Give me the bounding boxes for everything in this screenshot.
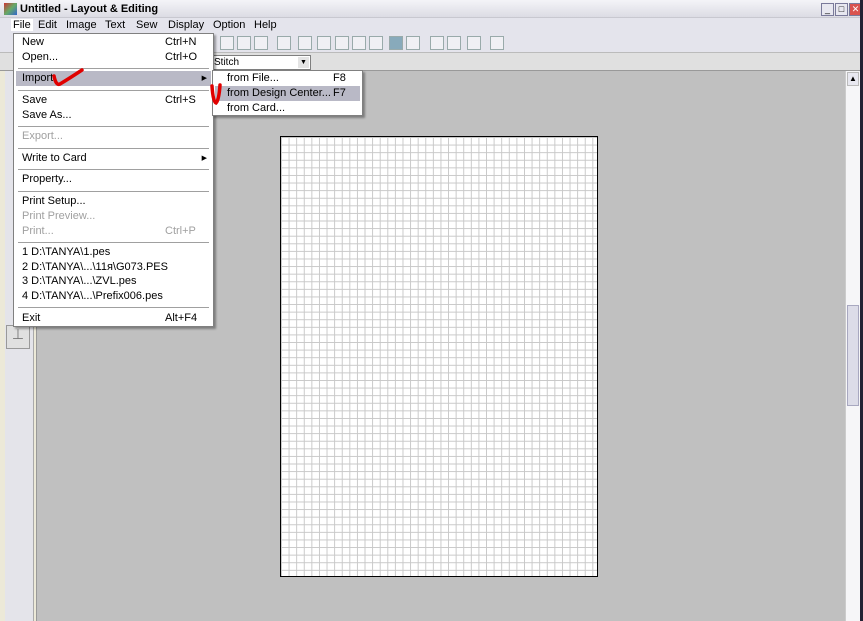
menu-display[interactable]: Display — [168, 19, 204, 31]
menu-image[interactable]: Image — [66, 19, 97, 31]
app-icon — [4, 3, 17, 15]
menu-item-import[interactable]: Import ▶ — [16, 71, 211, 86]
label: Import — [22, 72, 54, 84]
vertical-scrollbar[interactable]: ▲ — [845, 71, 860, 621]
toolbar-icon[interactable] — [335, 36, 349, 50]
menu-sew[interactable]: Sew — [136, 19, 157, 31]
toolbar-icon[interactable] — [317, 36, 331, 50]
toolbar-icon[interactable] — [389, 36, 403, 50]
toolbar-icon[interactable] — [352, 36, 366, 50]
submenu-arrow-icon: ▶ — [201, 75, 207, 82]
label: Save As... — [22, 109, 72, 121]
menu-file[interactable]: File — [11, 19, 33, 31]
separator — [18, 68, 209, 69]
separator — [18, 126, 209, 127]
separator — [18, 191, 209, 192]
recent-file-2[interactable]: 2 D:\TANYA\...\11я\G073.PES — [16, 260, 211, 275]
menu-item-property[interactable]: Property... — [16, 172, 211, 187]
sew-type-select[interactable]: Stitch ▼ — [211, 55, 311, 70]
label: Open... — [22, 51, 59, 63]
label: Property... — [22, 173, 72, 185]
window-title: Untitled - Layout & Editing — [20, 3, 159, 15]
label: Print Setup... — [22, 195, 86, 207]
rec-icon[interactable] — [298, 36, 312, 50]
maximize-button[interactable]: □ — [835, 3, 848, 16]
label: from Card... — [227, 102, 286, 114]
label: Write to Card — [22, 152, 87, 164]
menu-item-from-design-center[interactable]: from Design Center... F7 — [215, 86, 360, 101]
menu-item-save-as[interactable]: Save As... — [16, 108, 211, 123]
menu-item-open[interactable]: Open... Ctrl+O — [16, 50, 211, 65]
scroll-up-icon[interactable]: ▲ — [847, 72, 859, 86]
toolbar-icon[interactable] — [237, 36, 251, 50]
menu-item-print[interactable]: Print... Ctrl+P — [16, 224, 211, 239]
label: from File... — [227, 72, 279, 84]
menu-item-from-card[interactable]: from Card... — [215, 101, 360, 116]
label: 2 D:\TANYA\...\11я\G073.PES — [22, 261, 168, 273]
menu-item-from-file[interactable]: from File... F8 — [215, 71, 360, 86]
toolbar-icon[interactable] — [277, 36, 291, 50]
separator — [18, 148, 209, 149]
recent-file-3[interactable]: 3 D:\TANYA\...\ZVL.pes — [16, 274, 211, 289]
shortcut: Alt+F4 — [165, 312, 198, 324]
menu-item-save[interactable]: Save Ctrl+S — [16, 93, 211, 108]
toolbar-icon[interactable] — [369, 36, 383, 50]
stamp-tool-icon[interactable]: ⊥ — [6, 325, 30, 349]
separator — [18, 307, 209, 308]
label: Exit — [22, 312, 41, 324]
import-submenu: from File... F8 from Design Center... F7 f… — [212, 70, 363, 116]
title-bar: Untitled - Layout & Editing _ □ ✕ — [0, 0, 863, 18]
label: 4 D:\TANYA\...\Prefix006.pes — [22, 290, 163, 302]
separator — [18, 90, 209, 91]
label: 1 D:\TANYA\1.pes — [22, 246, 111, 258]
red-checkmark-annotation — [210, 83, 222, 106]
shortcut: Ctrl+P — [165, 225, 196, 237]
menu-item-export[interactable]: Export... — [16, 129, 211, 144]
shortcut: F7 — [333, 87, 346, 99]
menu-option[interactable]: Option — [213, 19, 245, 31]
shortcut: Ctrl+O — [165, 51, 198, 63]
minimize-button[interactable]: _ — [821, 3, 834, 16]
separator — [18, 169, 209, 170]
shortcut: Ctrl+N — [165, 36, 197, 48]
label: from Design Center... — [227, 87, 331, 99]
menu-text[interactable]: Text — [105, 19, 125, 31]
label: 3 D:\TANYA\...\ZVL.pes — [22, 275, 137, 287]
menu-help[interactable]: Help — [254, 19, 277, 31]
label: Export... — [22, 130, 63, 142]
chevron-down-icon[interactable]: ▼ — [298, 57, 309, 68]
menu-item-write-to-card[interactable]: Write to Card ▶ — [16, 151, 211, 166]
file-menu: New Ctrl+N Open... Ctrl+O Import ▶ Save Ctrl… — [13, 33, 214, 327]
menu-item-print-setup[interactable]: Print Setup... — [16, 194, 211, 209]
shortcut: Ctrl+S — [165, 94, 196, 106]
label: Print... — [22, 225, 54, 237]
recent-file-1[interactable]: 1 D:\TANYA\1.pes — [16, 245, 211, 260]
submenu-arrow-icon: ▶ — [201, 155, 207, 162]
rotate-icon[interactable] — [254, 36, 268, 50]
menu-item-new[interactable]: New Ctrl+N — [16, 35, 211, 50]
design-page-grid[interactable] — [280, 136, 598, 577]
shortcut: F8 — [333, 72, 346, 84]
toolbar-icon[interactable] — [447, 36, 461, 50]
label: New — [22, 36, 45, 48]
toolbar-icon[interactable] — [490, 36, 504, 50]
menu-item-exit[interactable]: Exit Alt+F4 — [16, 311, 211, 326]
label: Save — [22, 94, 48, 106]
scrollbar-thumb[interactable] — [847, 305, 859, 406]
toolbar-icon[interactable] — [467, 36, 481, 50]
sew-type-value: Stitch — [214, 57, 240, 68]
toolbar-icon[interactable] — [406, 36, 420, 50]
toolbar-icon[interactable] — [430, 36, 444, 50]
menu-edit[interactable]: Edit — [38, 19, 57, 31]
separator — [18, 242, 209, 243]
toolbar-icon[interactable] — [220, 36, 234, 50]
menu-item-print-preview[interactable]: Print Preview... — [16, 209, 211, 224]
menu-bar: File Edit Image Text Sew Display Option … — [0, 18, 863, 33]
red-checkmark-annotation — [52, 68, 84, 87]
label: Print Preview... — [22, 210, 96, 222]
recent-file-4[interactable]: 4 D:\TANYA\...\Prefix006.pes — [16, 289, 211, 304]
